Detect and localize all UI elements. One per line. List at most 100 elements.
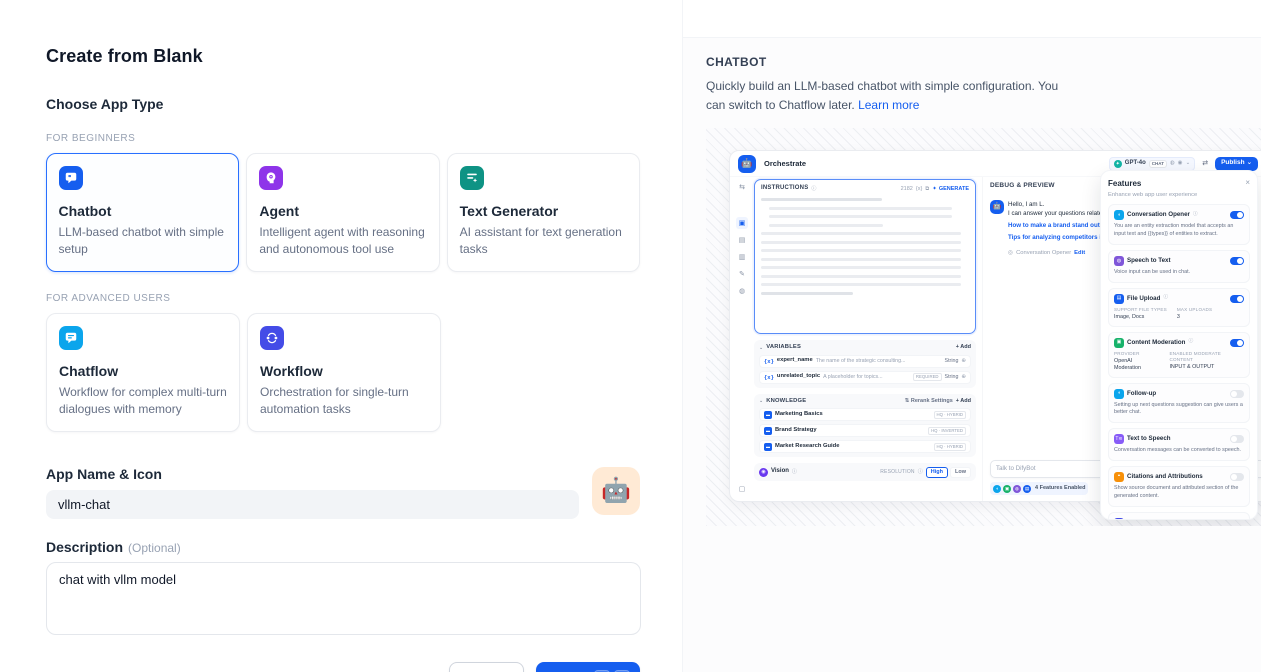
app-name-input[interactable] bbox=[46, 490, 579, 519]
robot-emoji-icon: 🤖 bbox=[601, 476, 631, 505]
app-name-row: App Name & Icon 🤖 bbox=[46, 466, 640, 519]
required-badge: REQUIRED bbox=[913, 373, 942, 381]
app-type-title: Text Generator bbox=[460, 203, 627, 219]
variable-row: {x} expert_name The name of the strategi… bbox=[759, 355, 971, 368]
info-icon: ⓘ bbox=[1193, 212, 1198, 218]
rail-globe-icon: ◍ bbox=[736, 285, 748, 297]
placeholder-line bbox=[769, 207, 952, 210]
variable-icon: {x} bbox=[764, 374, 774, 381]
resolution-low-option: Low bbox=[950, 467, 971, 478]
info-icon: ⓘ bbox=[811, 186, 816, 193]
placeholder-line bbox=[761, 232, 961, 235]
for-beginners-label: FOR BEGINNERS bbox=[46, 133, 640, 144]
cancel-button[interactable]: Cancel bbox=[449, 662, 524, 672]
rail-doc-icon: ▥ bbox=[736, 251, 748, 263]
feature-dot-icon: ◖ bbox=[993, 485, 1001, 493]
app-type-card-chatflow[interactable]: Chatflow Workflow for complex multi-turn… bbox=[46, 313, 240, 432]
chatflow-icon bbox=[59, 326, 83, 350]
toggle bbox=[1230, 519, 1244, 520]
retrieval-badge: HQ · HYBRID bbox=[934, 411, 967, 419]
description-label: Description bbox=[46, 539, 123, 555]
knowledge-row: ▬ Marketing Basics HQ · HYBRID bbox=[759, 408, 971, 421]
app-type-title: Workflow bbox=[260, 363, 428, 379]
mic-icon: ◍ bbox=[1170, 160, 1175, 167]
app-type-desc: AI assistant for text generation tasks bbox=[460, 224, 627, 259]
placeholder-line bbox=[761, 249, 961, 252]
create-button[interactable]: Create ⌘ ↵ bbox=[536, 662, 640, 672]
features-enabled-bar: ◖ ▣ ◍ ▤ 4 Features Enabled bbox=[990, 482, 1088, 495]
modal-footer: No ideas? Check out our templates → Canc… bbox=[46, 662, 640, 672]
feature-item: ◖ Follow-up Setting up next questions su… bbox=[1108, 383, 1250, 424]
follow-up-icon: ◖ bbox=[1114, 389, 1124, 399]
mini-publish-button: Publish⌄ bbox=[1215, 157, 1258, 171]
text-generator-icon bbox=[460, 166, 484, 190]
annotation-reply-icon: ▣ bbox=[1114, 518, 1124, 520]
placeholder-line bbox=[761, 283, 961, 286]
resolution-high-option: High bbox=[926, 467, 948, 478]
rail-bottom-icon: ▢ bbox=[736, 483, 748, 495]
tune-icon: ⇄ bbox=[1202, 159, 1208, 168]
toggle bbox=[1230, 390, 1244, 398]
toggle bbox=[1230, 211, 1244, 219]
content-moderation-icon: ▣ bbox=[1114, 338, 1124, 348]
conversation-opener-icon: ◖ bbox=[1114, 210, 1124, 220]
mini-knowledge-section: ⌄ KNOWLEDGE ⇅ Rerank Settings + Add ▬ Ma… bbox=[754, 394, 976, 458]
beginner-cards-row: Chatbot LLM-based chatbot with simple se… bbox=[46, 153, 640, 272]
preview-heading: CHATBOT bbox=[706, 55, 1261, 69]
sparkle-icon: ✦ bbox=[932, 186, 937, 193]
feature-dot-icon: ▣ bbox=[1003, 485, 1011, 493]
variable-row: {x} unrelated_topic A placeholder for to… bbox=[759, 371, 971, 384]
mini-app-icon: 🤖 bbox=[738, 155, 756, 173]
edit-link: Edit bbox=[1074, 250, 1085, 258]
placeholder-line bbox=[761, 275, 961, 278]
rerank-settings-button: ⇅ Rerank Settings bbox=[905, 398, 953, 405]
toggle bbox=[1230, 339, 1244, 347]
info-icon: ⓘ bbox=[1163, 295, 1168, 301]
variable-settings-icon: ⊕ bbox=[961, 358, 966, 365]
feature-item: ▣ Content Moderation ⓘ PROVIDEROpenAI Mo… bbox=[1108, 332, 1250, 378]
learn-more-link[interactable]: Learn more bbox=[858, 98, 919, 112]
dataset-icon: ▬ bbox=[764, 411, 772, 419]
placeholder-line bbox=[769, 224, 883, 227]
description-optional-label: (Optional) bbox=[128, 541, 181, 555]
placeholder-line bbox=[761, 258, 961, 261]
app-type-card-chatbot[interactable]: Chatbot LLM-based chatbot with simple se… bbox=[46, 153, 239, 272]
app-name-label: App Name & Icon bbox=[46, 466, 579, 482]
preview-panel: CHATBOT Quickly build an LLM-based chatb… bbox=[683, 0, 1261, 672]
agent-icon bbox=[259, 166, 283, 190]
add-variable-button: + Add bbox=[956, 344, 971, 351]
placeholder-line bbox=[761, 266, 961, 269]
feature-item: ▣ Annotation Reply bbox=[1108, 512, 1250, 520]
toggle bbox=[1230, 295, 1244, 303]
app-type-card-agent[interactable]: Agent Intelligent agent with reasoning a… bbox=[246, 153, 439, 272]
caret-down-icon: ⌄ bbox=[759, 345, 763, 352]
create-app-modal: Create from Blank Choose App Type FOR BE… bbox=[0, 0, 1261, 672]
feature-dot-icon: ▤ bbox=[1023, 485, 1031, 493]
rail-image-icon: ▤ bbox=[736, 234, 748, 246]
app-type-desc: Intelligent agent with reasoning and aut… bbox=[259, 224, 426, 259]
rail-orchestrate-icon: ⇆ bbox=[736, 181, 748, 193]
description-textarea[interactable]: chat with vllm model bbox=[46, 562, 641, 635]
choose-app-type-label: Choose App Type bbox=[46, 96, 640, 112]
mini-left-rail: ⇆ ▣ ▤ ▥ ✎ ◍ ▢ bbox=[730, 177, 754, 501]
knowledge-row: ▬ Brand Strategy HQ · INVERTED bbox=[759, 424, 971, 437]
description-label-row: Description (Optional) bbox=[46, 539, 640, 555]
rail-note-icon: ✎ bbox=[736, 268, 748, 280]
toggle bbox=[1230, 435, 1244, 443]
placeholder-line bbox=[761, 241, 961, 244]
mini-model-selector: ✦ GPT-4o CHAT ◍ ◉ ⌄ bbox=[1109, 157, 1195, 171]
workflow-icon bbox=[260, 326, 284, 350]
mini-app-title: Orchestrate bbox=[764, 159, 806, 169]
app-type-desc: Workflow for complex multi-turn dialogue… bbox=[59, 384, 227, 419]
app-type-card-text-generator[interactable]: Text Generator AI assistant for text gen… bbox=[447, 153, 640, 272]
preview-image-area: 🤖 Orchestrate ✦ GPT-4o CHAT ◍ ◉ ⌄ ⇄ bbox=[706, 128, 1261, 526]
speech-to-text-icon: ◍ bbox=[1114, 256, 1124, 266]
app-type-desc: LLM-based chatbot with simple setup bbox=[59, 224, 227, 259]
dataset-icon: ▬ bbox=[764, 427, 772, 435]
page-title: Create from Blank bbox=[46, 46, 640, 67]
file-upload-icon: ▤ bbox=[1114, 294, 1124, 304]
feature-item: ❝ Citations and Attributions Show source… bbox=[1108, 466, 1250, 507]
vision-icon: ◉ bbox=[759, 468, 768, 477]
app-type-card-workflow[interactable]: Workflow Orchestration for single-turn a… bbox=[247, 313, 441, 432]
app-icon-picker-button[interactable]: 🤖 bbox=[592, 467, 640, 515]
